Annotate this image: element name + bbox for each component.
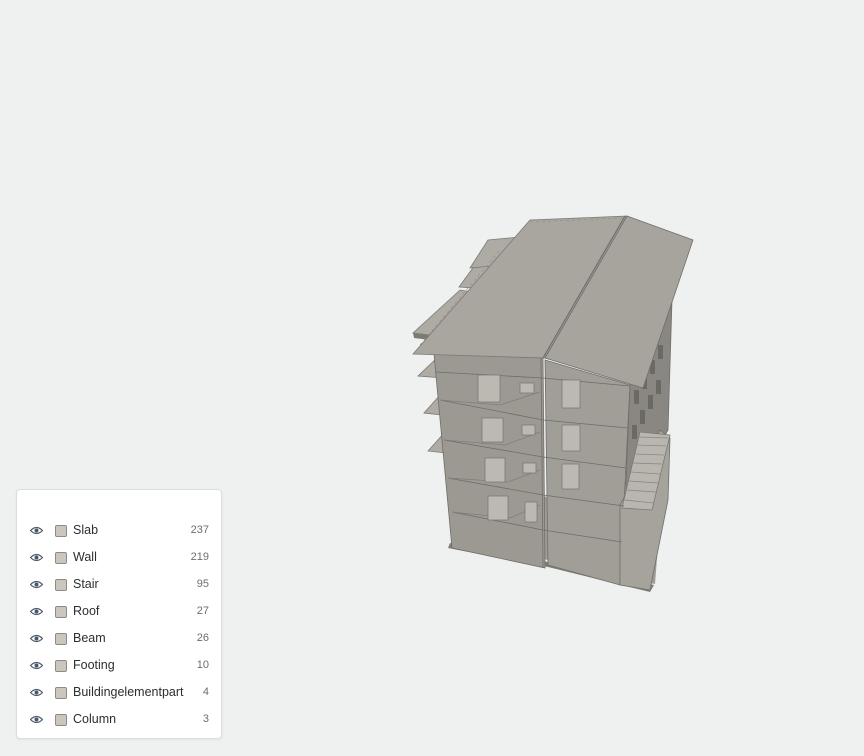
- color-swatch: [55, 525, 67, 537]
- category-row-beam[interactable]: Beam 26: [17, 625, 221, 652]
- category-label: Stair: [73, 577, 99, 591]
- category-row-column[interactable]: Column 3: [17, 706, 221, 733]
- eye-icon[interactable]: [29, 714, 43, 724]
- category-count: 26: [196, 632, 209, 644]
- category-count: 27: [196, 605, 209, 617]
- category-count: 10: [196, 659, 209, 671]
- eye-icon[interactable]: [29, 633, 43, 643]
- category-row-footing[interactable]: Footing 10: [17, 652, 221, 679]
- category-label: Roof: [73, 604, 100, 618]
- eye-icon[interactable]: [29, 579, 43, 589]
- color-swatch: [55, 606, 67, 618]
- category-label: Wall: [73, 550, 97, 564]
- color-swatch: [55, 714, 67, 726]
- category-label: Buildingelementpart: [73, 685, 184, 699]
- category-count: 95: [196, 578, 209, 590]
- category-count: 219: [190, 551, 209, 563]
- category-label: Slab: [73, 523, 99, 537]
- color-swatch: [55, 579, 67, 591]
- category-row-wall[interactable]: Wall 219: [17, 544, 221, 571]
- category-count: 237: [190, 524, 209, 536]
- color-swatch: [55, 687, 67, 699]
- panel-header: [17, 490, 221, 517]
- category-label: Beam: [73, 631, 106, 645]
- category-row-slab[interactable]: Slab 237: [17, 517, 221, 544]
- color-swatch: [55, 633, 67, 645]
- category-row-roof[interactable]: Roof 27: [17, 598, 221, 625]
- category-row-buildingelementpart[interactable]: Buildingelementpart 4: [17, 679, 221, 706]
- categories-panel: Slab 237 Wall 219 Stair 95 Roof 27 Beam …: [16, 489, 222, 739]
- color-swatch: [55, 660, 67, 672]
- eye-icon[interactable]: [29, 660, 43, 670]
- category-count: 3: [202, 713, 209, 725]
- eye-icon[interactable]: [29, 525, 43, 535]
- category-count: 4: [202, 686, 209, 698]
- category-label: Footing: [73, 658, 115, 672]
- eye-icon[interactable]: [29, 687, 43, 697]
- category-label: Column: [73, 712, 117, 726]
- eye-icon[interactable]: [29, 552, 43, 562]
- category-row-stair[interactable]: Stair 95: [17, 571, 221, 598]
- eye-icon[interactable]: [29, 606, 43, 616]
- color-swatch: [55, 552, 67, 564]
